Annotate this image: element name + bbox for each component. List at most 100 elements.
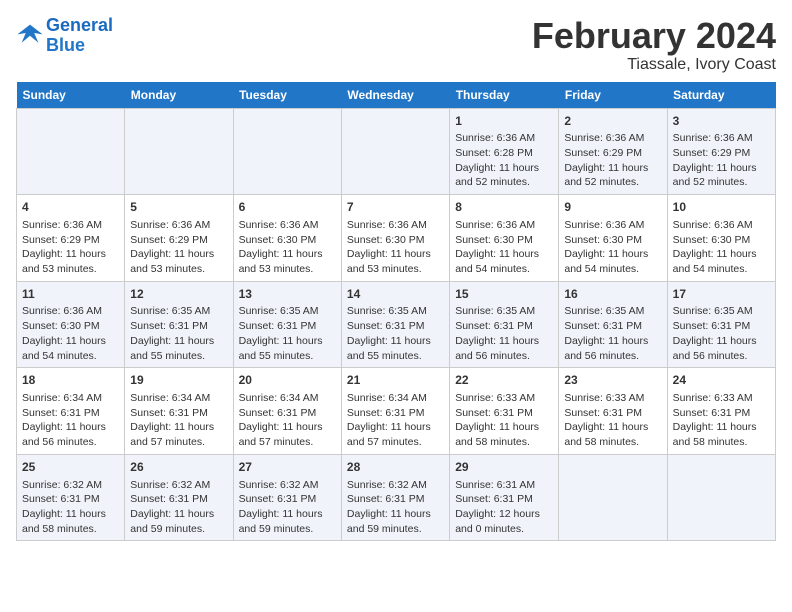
day-info: Sunrise: 6:33 AM Sunset: 6:31 PM Dayligh… bbox=[455, 391, 553, 450]
day-info: Sunrise: 6:35 AM Sunset: 6:31 PM Dayligh… bbox=[673, 304, 770, 363]
day-number: 11 bbox=[22, 286, 119, 303]
calendar-cell: 17Sunrise: 6:35 AM Sunset: 6:31 PM Dayli… bbox=[667, 281, 775, 368]
logo: General Blue bbox=[16, 16, 113, 56]
day-number: 16 bbox=[564, 286, 661, 303]
day-number: 29 bbox=[455, 459, 553, 476]
day-number: 18 bbox=[22, 372, 119, 389]
day-number: 22 bbox=[455, 372, 553, 389]
day-info: Sunrise: 6:36 AM Sunset: 6:29 PM Dayligh… bbox=[130, 218, 227, 277]
day-info: Sunrise: 6:34 AM Sunset: 6:31 PM Dayligh… bbox=[347, 391, 444, 450]
day-info: Sunrise: 6:32 AM Sunset: 6:31 PM Dayligh… bbox=[22, 478, 119, 537]
calendar-week-row: 11Sunrise: 6:36 AM Sunset: 6:30 PM Dayli… bbox=[17, 281, 776, 368]
calendar-cell: 4Sunrise: 6:36 AM Sunset: 6:29 PM Daylig… bbox=[17, 195, 125, 282]
calendar-week-row: 1Sunrise: 6:36 AM Sunset: 6:28 PM Daylig… bbox=[17, 108, 776, 195]
day-number: 5 bbox=[130, 199, 227, 216]
logo-text: General Blue bbox=[46, 16, 113, 56]
page-subtitle: Tiassale, Ivory Coast bbox=[532, 56, 776, 74]
day-info: Sunrise: 6:36 AM Sunset: 6:28 PM Dayligh… bbox=[455, 131, 553, 190]
calendar-table: SundayMondayTuesdayWednesdayThursdayFrid… bbox=[16, 82, 776, 542]
calendar-cell: 14Sunrise: 6:35 AM Sunset: 6:31 PM Dayli… bbox=[341, 281, 449, 368]
day-number: 25 bbox=[22, 459, 119, 476]
day-info: Sunrise: 6:34 AM Sunset: 6:31 PM Dayligh… bbox=[22, 391, 119, 450]
day-info: Sunrise: 6:33 AM Sunset: 6:31 PM Dayligh… bbox=[564, 391, 661, 450]
day-info: Sunrise: 6:34 AM Sunset: 6:31 PM Dayligh… bbox=[239, 391, 336, 450]
day-number: 28 bbox=[347, 459, 444, 476]
calendar-cell: 11Sunrise: 6:36 AM Sunset: 6:30 PM Dayli… bbox=[17, 281, 125, 368]
day-info: Sunrise: 6:32 AM Sunset: 6:31 PM Dayligh… bbox=[130, 478, 227, 537]
page-header: General Blue February 2024 Tiassale, Ivo… bbox=[16, 16, 776, 74]
calendar-cell: 3Sunrise: 6:36 AM Sunset: 6:29 PM Daylig… bbox=[667, 108, 775, 195]
day-number: 1 bbox=[455, 113, 553, 130]
day-info: Sunrise: 6:35 AM Sunset: 6:31 PM Dayligh… bbox=[564, 304, 661, 363]
day-info: Sunrise: 6:35 AM Sunset: 6:31 PM Dayligh… bbox=[130, 304, 227, 363]
day-number: 14 bbox=[347, 286, 444, 303]
day-number: 27 bbox=[239, 459, 336, 476]
calendar-cell: 20 Sunrise: 6:34 AM Sunset: 6:31 PM Dayli… bbox=[233, 368, 341, 455]
logo-bird-icon bbox=[16, 19, 44, 47]
calendar-cell: 2Sunrise: 6:36 AM Sunset: 6:29 PM Daylig… bbox=[559, 108, 667, 195]
title-block: February 2024 Tiassale, Ivory Coast bbox=[532, 16, 776, 74]
calendar-cell: 19Sunrise: 6:34 AM Sunset: 6:31 PM Dayli… bbox=[125, 368, 233, 455]
page-title: February 2024 bbox=[532, 16, 776, 56]
calendar-cell: 15Sunrise: 6:35 AM Sunset: 6:31 PM Dayli… bbox=[450, 281, 559, 368]
col-header-saturday: Saturday bbox=[667, 82, 775, 109]
day-number: 19 bbox=[130, 372, 227, 389]
day-number: 23 bbox=[564, 372, 661, 389]
day-info: Sunrise: 6:36 AM Sunset: 6:30 PM Dayligh… bbox=[22, 304, 119, 363]
day-info: Sunrise: 6:36 AM Sunset: 6:29 PM Dayligh… bbox=[673, 131, 770, 190]
day-info: Sunrise: 6:36 AM Sunset: 6:29 PM Dayligh… bbox=[564, 131, 661, 190]
day-number: 3 bbox=[673, 113, 770, 130]
col-header-tuesday: Tuesday bbox=[233, 82, 341, 109]
day-number: 10 bbox=[673, 199, 770, 216]
col-header-monday: Monday bbox=[125, 82, 233, 109]
day-info: Sunrise: 6:36 AM Sunset: 6:30 PM Dayligh… bbox=[673, 218, 770, 277]
day-number: 17 bbox=[673, 286, 770, 303]
col-header-wednesday: Wednesday bbox=[341, 82, 449, 109]
calendar-cell bbox=[667, 454, 775, 541]
calendar-week-row: 18 Sunrise: 6:34 AM Sunset: 6:31 PM Dayli… bbox=[17, 368, 776, 455]
calendar-cell: 1Sunrise: 6:36 AM Sunset: 6:28 PM Daylig… bbox=[450, 108, 559, 195]
calendar-week-row: 25 Sunrise: 6:32 AM Sunset: 6:31 PM Dayli… bbox=[17, 454, 776, 541]
calendar-cell: 22 Sunrise: 6:33 AM Sunset: 6:31 PM Dayli… bbox=[450, 368, 559, 455]
logo-general: General bbox=[46, 15, 113, 35]
day-info: Sunrise: 6:36 AM Sunset: 6:30 PM Dayligh… bbox=[347, 218, 444, 277]
calendar-cell: 26 Sunrise: 6:32 AM Sunset: 6:31 PM Dayli… bbox=[125, 454, 233, 541]
day-number: 21 bbox=[347, 372, 444, 389]
col-header-thursday: Thursday bbox=[450, 82, 559, 109]
calendar-cell: 24Sunrise: 6:33 AM Sunset: 6:31 PM Dayli… bbox=[667, 368, 775, 455]
day-info: Sunrise: 6:36 AM Sunset: 6:30 PM Dayligh… bbox=[239, 218, 336, 277]
calendar-cell: 10 Sunrise: 6:36 AM Sunset: 6:30 PM Dayli… bbox=[667, 195, 775, 282]
calendar-cell bbox=[125, 108, 233, 195]
calendar-cell bbox=[559, 454, 667, 541]
day-number: 9 bbox=[564, 199, 661, 216]
calendar-cell bbox=[341, 108, 449, 195]
calendar-cell: 8 Sunrise: 6:36 AM Sunset: 6:30 PM Daylig… bbox=[450, 195, 559, 282]
day-info: Sunrise: 6:32 AM Sunset: 6:31 PM Dayligh… bbox=[239, 478, 336, 537]
day-info: Sunrise: 6:33 AM Sunset: 6:31 PM Dayligh… bbox=[673, 391, 770, 450]
day-info: Sunrise: 6:32 AM Sunset: 6:31 PM Dayligh… bbox=[347, 478, 444, 537]
day-info: Sunrise: 6:35 AM Sunset: 6:31 PM Dayligh… bbox=[347, 304, 444, 363]
day-number: 13 bbox=[239, 286, 336, 303]
calendar-cell: 28 Sunrise: 6:32 AM Sunset: 6:31 PM Dayli… bbox=[341, 454, 449, 541]
day-number: 4 bbox=[22, 199, 119, 216]
calendar-cell bbox=[17, 108, 125, 195]
day-info: Sunrise: 6:36 AM Sunset: 6:30 PM Dayligh… bbox=[455, 218, 553, 277]
day-number: 7 bbox=[347, 199, 444, 216]
day-number: 15 bbox=[455, 286, 553, 303]
calendar-cell: 12Sunrise: 6:35 AM Sunset: 6:31 PM Dayli… bbox=[125, 281, 233, 368]
calendar-cell: 18 Sunrise: 6:34 AM Sunset: 6:31 PM Dayli… bbox=[17, 368, 125, 455]
calendar-week-row: 4 Sunrise: 6:36 AM Sunset: 6:29 PM Daylig… bbox=[17, 195, 776, 282]
day-number: 12 bbox=[130, 286, 227, 303]
calendar-cell: 23 Sunrise: 6:33 AM Sunset: 6:31 PM Dayli… bbox=[559, 368, 667, 455]
calendar-cell: 13Sunrise: 6:35 AM Sunset: 6:31 PM Dayli… bbox=[233, 281, 341, 368]
day-number: 20 bbox=[239, 372, 336, 389]
day-number: 2 bbox=[564, 113, 661, 130]
day-number: 26 bbox=[130, 459, 227, 476]
calendar-cell: 29Sunrise: 6:31 AM Sunset: 6:31 PM Dayli… bbox=[450, 454, 559, 541]
day-number: 8 bbox=[455, 199, 553, 216]
calendar-cell: 27 Sunrise: 6:32 AM Sunset: 6:31 PM Dayli… bbox=[233, 454, 341, 541]
calendar-cell: 9Sunrise: 6:36 AM Sunset: 6:30 PM Daylig… bbox=[559, 195, 667, 282]
calendar-cell bbox=[233, 108, 341, 195]
col-header-friday: Friday bbox=[559, 82, 667, 109]
calendar-cell: 5 Sunrise: 6:36 AM Sunset: 6:29 PM Daylig… bbox=[125, 195, 233, 282]
